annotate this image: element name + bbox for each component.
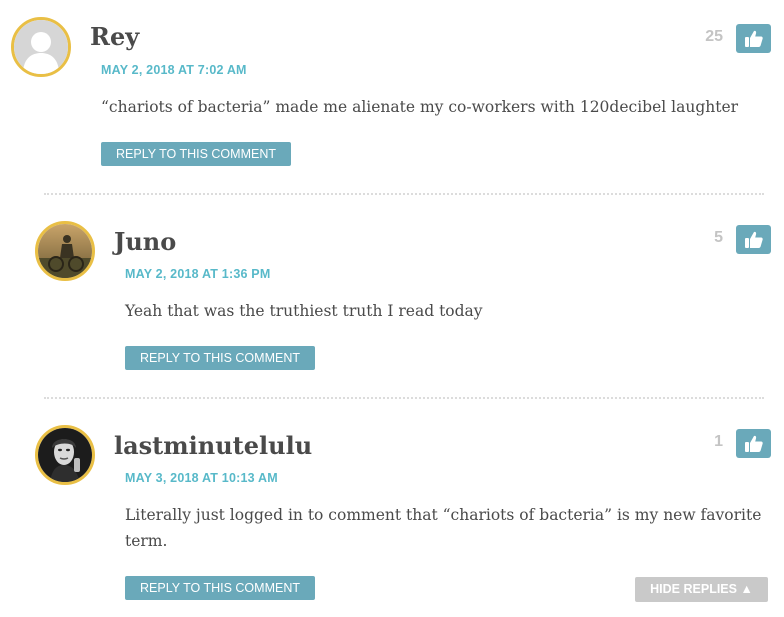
default-user-icon <box>14 20 68 74</box>
like-button[interactable] <box>736 225 771 254</box>
comment-author[interactable]: lastminutelulu <box>114 431 312 460</box>
comment-date[interactable]: MAY 2, 2018 AT 1:36 PM <box>125 267 270 281</box>
comment-date[interactable]: MAY 2, 2018 AT 7:02 AM <box>101 63 247 77</box>
thumbs-up-icon <box>744 231 763 248</box>
comment-text: Literally just logged in to comment that… <box>125 506 762 550</box>
thumbs-up-icon <box>744 30 763 47</box>
photo-avatar-icon <box>38 428 92 482</box>
avatar[interactable] <box>35 221 95 281</box>
avatar[interactable] <box>11 17 71 77</box>
comment-text: Yeah that was the truthiest truth I read… <box>125 302 483 320</box>
comment-date[interactable]: MAY 3, 2018 AT 10:13 AM <box>125 471 278 485</box>
thumbs-up-icon <box>744 435 763 452</box>
comment-author[interactable]: Rey <box>90 22 139 51</box>
comment-author[interactable]: Juno <box>114 227 176 256</box>
comment-text: “chariots of bacteria” made me alienate … <box>101 98 739 116</box>
like-count: 25 <box>705 28 723 45</box>
reply-button[interactable]: REPLY TO THIS COMMENT <box>125 576 315 600</box>
divider <box>44 193 764 195</box>
hide-replies-button[interactable]: HIDE REPLIES ▲ <box>635 577 768 602</box>
photo-avatar-icon <box>38 224 92 278</box>
avatar[interactable] <box>35 425 95 485</box>
like-button[interactable] <box>736 24 771 53</box>
reply-button[interactable]: REPLY TO THIS COMMENT <box>101 142 291 166</box>
like-button[interactable] <box>736 429 771 458</box>
divider <box>44 397 764 399</box>
like-count: 1 <box>714 433 723 450</box>
reply-button[interactable]: REPLY TO THIS COMMENT <box>125 346 315 370</box>
like-count: 5 <box>714 229 723 246</box>
